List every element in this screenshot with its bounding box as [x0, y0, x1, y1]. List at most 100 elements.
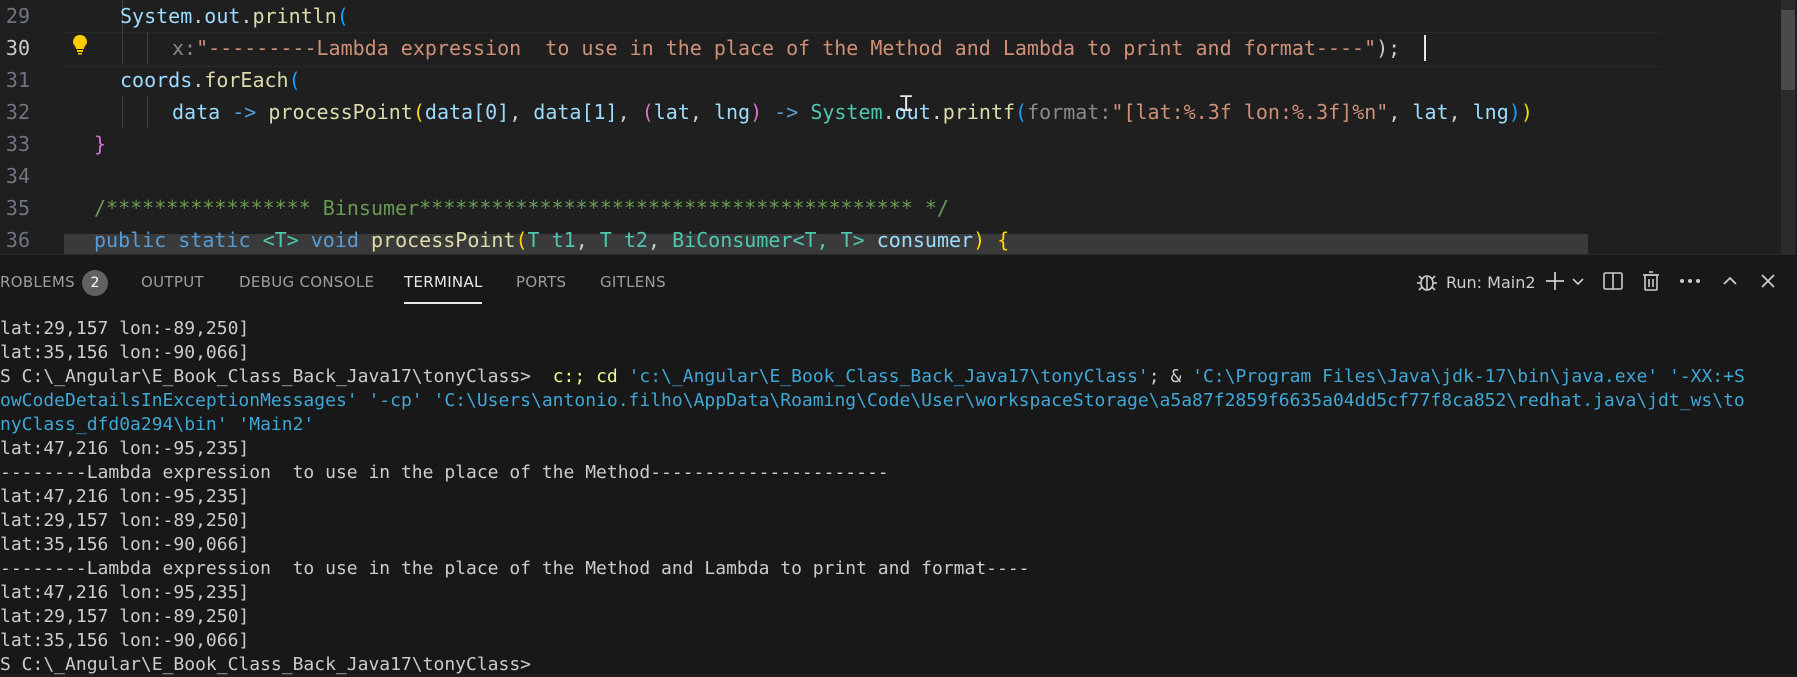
line-number: 29	[5, 4, 30, 28]
token: ->	[232, 100, 257, 124]
terminal-line: lat:47,216 lon:-95,235]	[0, 486, 250, 507]
command-token: cd	[596, 366, 618, 387]
terminal-command-line: S C:\_Angular\E_Book_Class_Back_Java17\t…	[0, 365, 1745, 389]
trash-icon[interactable]	[1640, 270, 1662, 296]
token: BiConsumer<T, T>	[672, 228, 865, 252]
maximize-icon[interactable]	[1720, 271, 1740, 295]
token: System	[120, 4, 193, 28]
comment: /***************** Binsumer*************…	[94, 196, 949, 220]
command-token: ; &	[1148, 366, 1182, 387]
line-number: 32	[5, 100, 30, 124]
terminal-line: lat:47,216 lon:-95,235]	[0, 582, 250, 603]
terminal-line: nyClass_dfd0a294\bin' 'Main2'	[0, 414, 315, 435]
text-caret	[1424, 35, 1426, 61]
ibeam-cursor-icon: Ɪ	[900, 92, 913, 117]
token: coords	[120, 68, 193, 92]
token: consumer	[876, 228, 974, 252]
token: lng	[1472, 100, 1509, 124]
inlay-hint: x:	[172, 36, 197, 60]
token: <T>	[262, 228, 299, 252]
token: T t2	[599, 228, 648, 252]
inlay-hint: format:	[1027, 100, 1112, 124]
terminal-line: owCodeDetailsInExceptionMessages' '-cp' …	[0, 390, 1745, 411]
token: T t1	[527, 228, 576, 252]
token: data[0]	[424, 100, 510, 124]
editor-scrollbar-thumb[interactable]	[1781, 10, 1795, 90]
line-number: 35	[5, 196, 30, 220]
command-token: c:;	[552, 366, 586, 387]
command-token: 'c:\_Angular\E_Book_Class_Back_Java17\to…	[628, 366, 1149, 387]
tab-terminal[interactable]: TERMINAL	[404, 273, 483, 291]
problems-count-badge: 2	[82, 270, 108, 296]
token: ->	[774, 100, 799, 124]
panel-tabs: ROBLEMS 2 OUTPUT DEBUG CONSOLE TERMINAL …	[0, 255, 1797, 311]
token: );	[1376, 36, 1401, 60]
indent-guide	[122, 32, 123, 64]
terminal-run-label[interactable]: Run: Main2	[1446, 273, 1536, 292]
token: printf	[942, 100, 1016, 124]
tab-ports[interactable]: PORTS	[516, 273, 566, 291]
code-line-31[interactable]: coords.forEach(	[120, 64, 301, 96]
tab-output[interactable]: OUTPUT	[141, 273, 204, 291]
token: {	[997, 228, 1010, 252]
line-number: 36	[5, 228, 30, 252]
add-terminal-icon[interactable]	[1543, 269, 1567, 297]
terminal-prompt-line: S C:\_Angular\E_Book_Class_Back_Java17\t…	[0, 654, 532, 675]
terminal-line: lat:47,216 lon:-95,235]	[0, 438, 250, 459]
terminal-prompt: S C:\_Angular\E_Book_Class_Back_Java17\t…	[0, 366, 532, 387]
terminal-output[interactable]: lat:29,157 lon:-89,250] lat:35,156 lon:-…	[0, 317, 1797, 675]
tab-debug-console[interactable]: DEBUG CONSOLE	[239, 273, 374, 291]
token: lat	[1412, 100, 1449, 124]
string-literal: "[lat:%.3f lon:%.3f]%n"	[1111, 100, 1389, 124]
token: lng	[713, 100, 751, 124]
code-line-35[interactable]: /***************** Binsumer*************…	[94, 192, 949, 224]
command-token: 'C:\Program Files\Java\jdk-17\bin\java.e…	[1192, 366, 1745, 387]
terminal-line: --------Lambda expression to use in the …	[0, 462, 889, 483]
terminal-line: lat:29,157 lon:-89,250]	[0, 510, 250, 531]
token: out	[204, 4, 241, 28]
string-literal: "---------Lambda expression to use in th…	[196, 36, 1377, 60]
code-line-33[interactable]: }	[94, 128, 106, 160]
terminal-line: --------Lambda expression to use in the …	[0, 558, 1030, 579]
indent-guide	[122, 96, 123, 128]
close-icon[interactable]	[1758, 271, 1778, 295]
debug-run-icon	[1414, 269, 1440, 299]
token: processPoint	[370, 228, 516, 252]
line-number: 30	[5, 36, 30, 60]
token: forEach	[204, 68, 289, 92]
code-line-36[interactable]: public static <T> void processPoint(T t1…	[94, 224, 1009, 254]
token: }	[94, 132, 107, 156]
token: void	[310, 228, 359, 252]
terminal-line: lat:29,157 lon:-89,250]	[0, 606, 250, 627]
indent-guide	[147, 32, 148, 64]
indent-guide	[147, 96, 148, 128]
active-tab-indicator	[404, 302, 482, 304]
line-number-gutter: 29 30 31 32 33 34 35 36	[0, 0, 64, 254]
token: System	[810, 100, 883, 124]
code-line-32[interactable]: data -> processPoint(data[0], data[1], (…	[172, 96, 1533, 128]
token: println	[252, 4, 337, 28]
lightbulb-icon[interactable]	[70, 33, 90, 55]
line-number: 33	[5, 132, 30, 156]
code-editor[interactable]: 29 30 31 32 33 34 35 36 System.out.print…	[0, 0, 1797, 254]
tab-gitlens[interactable]: GITLENS	[600, 273, 666, 291]
tab-problems[interactable]: ROBLEMS	[0, 273, 75, 291]
line-number: 31	[5, 68, 30, 92]
token: lat	[653, 100, 690, 124]
terminal-line: lat:35,156 lon:-90,066]	[0, 630, 250, 651]
token: public	[94, 228, 167, 252]
token: processPoint	[268, 100, 413, 124]
terminal-line: lat:35,156 lon:-90,066]	[0, 342, 250, 363]
token: static	[178, 228, 251, 252]
bottom-panel: ROBLEMS 2 OUTPUT DEBUG CONSOLE TERMINAL …	[0, 254, 1797, 675]
chevron-down-icon[interactable]	[1570, 273, 1586, 293]
minimap[interactable]	[1660, 0, 1780, 254]
terminal-line: lat:35,156 lon:-90,066]	[0, 534, 250, 555]
terminal-line: lat:29,157 lon:-89,250]	[0, 318, 250, 339]
token: data	[172, 100, 221, 124]
split-terminal-icon[interactable]	[1602, 270, 1624, 296]
code-line-29[interactable]: System.out.println(	[120, 0, 349, 32]
line-number: 34	[5, 164, 30, 188]
more-icon[interactable]	[1678, 270, 1702, 296]
code-line-30[interactable]: x:"---------Lambda expression to use in …	[172, 32, 1400, 64]
